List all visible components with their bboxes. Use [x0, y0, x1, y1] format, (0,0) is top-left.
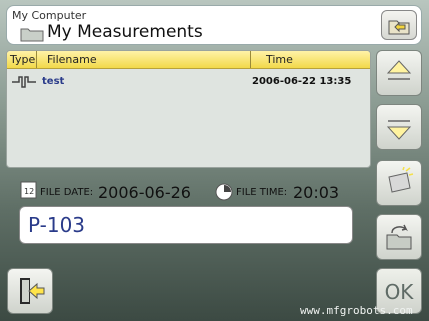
- scroll-down-button[interactable]: [376, 104, 422, 150]
- exit-door-icon: [20, 278, 45, 304]
- table-row[interactable]: test 2006-06-22 13:35: [7, 73, 370, 91]
- header-bar: My Computer My Measurements: [6, 5, 422, 45]
- tag-icon: [388, 167, 414, 193]
- file-time-value: 20:03: [293, 183, 340, 202]
- column-divider: [250, 51, 251, 68]
- column-type[interactable]: Type: [10, 53, 35, 66]
- exit-button[interactable]: [7, 268, 53, 314]
- column-filename[interactable]: Filename: [47, 53, 97, 66]
- folder-open-icon: [386, 224, 412, 250]
- row-time: 2006-06-22 13:35: [252, 76, 352, 87]
- watermark: www.mfgrobots.com: [300, 304, 413, 317]
- column-time[interactable]: Time: [266, 53, 293, 66]
- column-divider: [36, 51, 37, 68]
- file-list-panel: Type Filename Time test 2006-06-22 13:35: [6, 50, 371, 168]
- measurement-signal-icon: [12, 76, 36, 88]
- open-folder-button[interactable]: [376, 214, 422, 260]
- column-header-bar: Type Filename Time: [7, 51, 370, 69]
- page-title: My Measurements: [47, 22, 203, 42]
- clock-icon: [215, 183, 233, 201]
- svg-text:12: 12: [24, 187, 34, 196]
- breadcrumb[interactable]: My Computer: [12, 9, 86, 22]
- row-filename: test: [42, 76, 65, 87]
- chevron-down-icon: [386, 120, 412, 140]
- folder-icon: [20, 28, 44, 42]
- folder-up-button[interactable]: [381, 10, 417, 40]
- rename-button[interactable]: [376, 160, 422, 206]
- file-date-value: 2006-06-26: [98, 183, 191, 202]
- chevron-up-icon: [386, 60, 412, 80]
- calendar-icon: 12: [20, 181, 37, 199]
- file-date-label: FILE DATE:: [40, 187, 94, 198]
- folder-up-icon: [388, 20, 410, 35]
- scroll-up-button[interactable]: [376, 50, 422, 96]
- file-time-label: FILE TIME:: [236, 187, 288, 198]
- measurement-name-input[interactable]: [19, 206, 353, 244]
